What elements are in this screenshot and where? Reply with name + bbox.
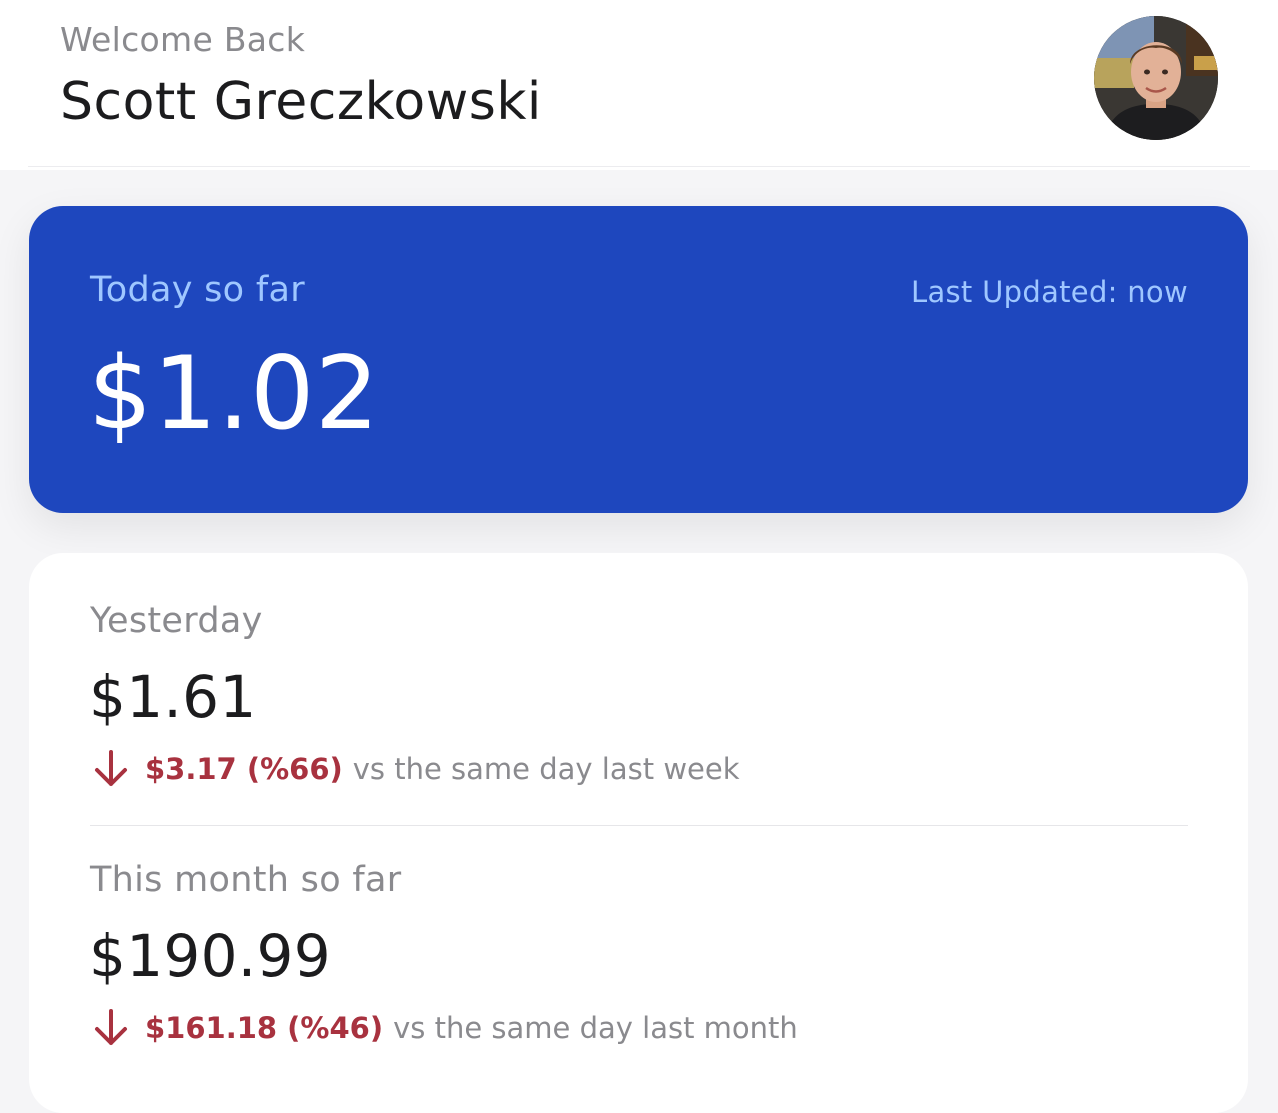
avatar[interactable] [1094,16,1218,140]
app-header: Welcome Back Scott Greczkowski [0,0,1278,170]
change-row-yesterday: $3.17 (%66) vs the same day last week [91,747,740,791]
today-value: $1.02 [88,334,380,452]
last-updated-text: Last Updated: now [911,275,1188,309]
arrow-down-icon [95,1009,127,1045]
stat-value-yesterday: $1.61 [89,663,257,731]
today-label: Today so far [90,270,305,310]
stat-label-month: This month so far [90,860,402,900]
arrow-down-icon [95,750,127,786]
change-amount: $161.18 (%46) [145,1011,384,1045]
greeting-text: Welcome Back [60,20,306,59]
stat-label-yesterday: Yesterday [90,601,263,641]
stats-divider [90,825,1188,826]
change-row-month: $161.18 (%46) vs the same day last month [91,1006,798,1050]
header-divider [28,166,1250,167]
today-summary-card: Today so far Last Updated: now $1.02 [29,206,1248,513]
stat-value-month: $190.99 [89,922,331,990]
user-name: Scott Greczkowski [60,72,542,132]
change-context: vs the same day last week [352,752,740,786]
change-amount: $3.17 (%66) [145,752,343,786]
avatar-photo [1094,16,1218,140]
change-context: vs the same day last month [393,1011,798,1045]
stats-card: Yesterday $1.61 $3.17 (%66) vs the same … [29,553,1248,1113]
